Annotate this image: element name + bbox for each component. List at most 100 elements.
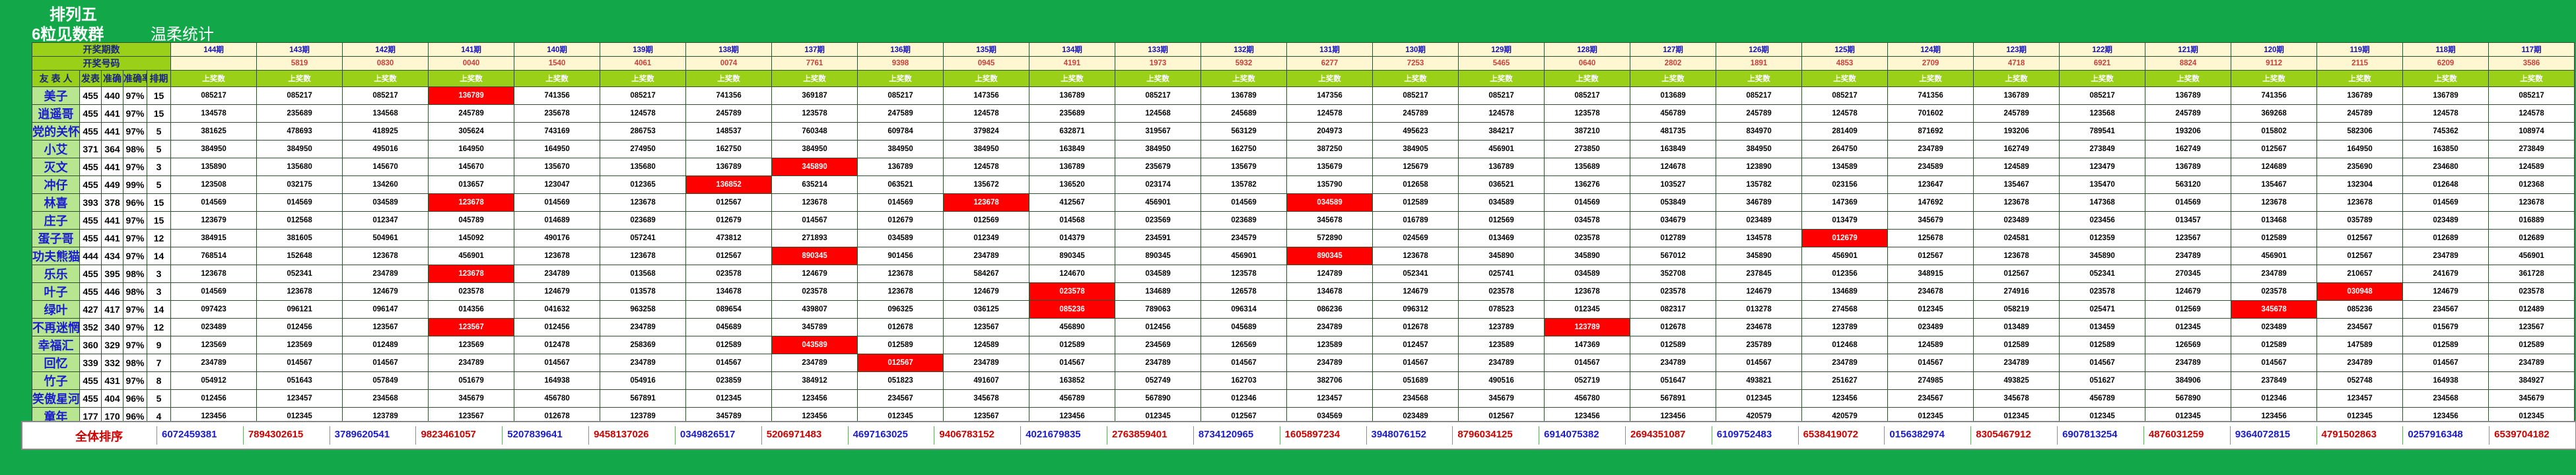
prediction-cell: 034589 (1458, 193, 1545, 212)
content-header: 上奖数 (1286, 70, 1374, 87)
member-stat: 329 (101, 336, 123, 354)
prediction-cell: 063521 (857, 175, 944, 194)
member-stat: 12 (146, 318, 172, 336)
prediction-cell: 124578 (2488, 104, 2575, 123)
member-stat: 15 (146, 211, 172, 230)
draw-number: 1973 (1115, 56, 1202, 71)
ranking-divider (1884, 426, 1885, 445)
member-stat: 431 (101, 371, 123, 390)
prediction-cell: 456901 (2488, 247, 2575, 265)
prediction-cell: 163852 (1029, 371, 1116, 390)
member-stat: 14 (146, 300, 172, 319)
prediction-cell: 012567 (685, 193, 773, 212)
prediction-cell: 134589 (1801, 158, 1889, 176)
number-label: 开奖号码 (31, 56, 172, 71)
member-name: 不再迷惘 (32, 318, 80, 336)
member-name: 小艾 (32, 140, 80, 158)
prediction-cell: 495623 (1372, 122, 1459, 141)
prediction-cell: 135790 (1286, 175, 1374, 194)
prediction-cell: 495016 (342, 140, 429, 158)
prediction-cell: 124578 (2402, 104, 2489, 123)
prediction-cell: 034589 (1286, 193, 1374, 212)
prediction-cell: 085217 (1458, 86, 1545, 105)
prediction-cell: 152648 (256, 247, 343, 265)
prediction-cell: 123047 (514, 175, 601, 194)
prediction-cell: 234789 (600, 354, 687, 372)
member-name: 灭文 (32, 158, 80, 176)
prediction-cell: 012589 (1029, 336, 1116, 354)
prediction-cell: 132304 (2316, 175, 2404, 194)
member-name: 林喜 (32, 193, 80, 212)
prediction-cell: 014567 (771, 211, 858, 230)
ranking-value: 3789620541 (334, 429, 390, 440)
prediction-cell: 136789 (428, 86, 515, 105)
content-header: 上奖数 (1029, 70, 1116, 87)
prediction-cell: 013578 (600, 282, 687, 301)
prediction-cell: 286753 (600, 122, 687, 141)
ranking-divider (2316, 426, 2317, 445)
prediction-cell: 023456 (2059, 211, 2146, 230)
prediction-cell: 251627 (1801, 371, 1889, 390)
prediction-cell: 012456 (170, 389, 258, 408)
prediction-cell: 014379 (1029, 229, 1116, 247)
content-header: 上奖数 (514, 70, 601, 87)
prediction-cell: 193206 (1973, 122, 2060, 141)
member-stat: 97% (123, 86, 147, 105)
prediction-cell: 135680 (600, 158, 687, 176)
prediction-cell: 125679 (1372, 158, 1459, 176)
prediction-cell: 126578 (1201, 282, 1288, 301)
prediction-cell: 023578 (1029, 282, 1116, 301)
prediction-cell: 136789 (685, 158, 773, 176)
prediction-cell: 012678 (857, 318, 944, 336)
draw-number: 4061 (600, 56, 687, 71)
prediction-cell: 012356 (1801, 265, 1889, 283)
prediction-cell: 012457 (1372, 336, 1459, 354)
period-header: 131期 (1286, 42, 1374, 57)
prediction-cell: 456901 (1458, 140, 1545, 158)
member-stat: 417 (101, 300, 123, 319)
prediction-cell: 012346 (2231, 389, 2318, 408)
prediction-cell: 234567 (857, 389, 944, 408)
prediction-cell: 789063 (1115, 300, 1202, 319)
ranking-value: 0156382974 (1889, 429, 1945, 440)
prediction-cell: 123678 (1973, 193, 2060, 212)
member-stat: 339 (79, 354, 102, 372)
prediction-cell: 012569 (943, 211, 1030, 230)
prediction-cell: 234789 (1630, 354, 1717, 372)
prediction-cell: 012589 (2059, 336, 2146, 354)
prediction-cell: 051689 (1372, 371, 1459, 390)
content-header: 上奖数 (857, 70, 944, 87)
member-stat: 404 (101, 389, 123, 408)
prediction-cell: 164950 (428, 140, 515, 158)
prediction-cell: 135672 (943, 175, 1030, 194)
rate-header: 准确率 (123, 70, 147, 87)
prediction-cell: 135680 (256, 158, 343, 176)
prediction-cell: 012567 (857, 354, 944, 372)
prediction-cell: 123567 (428, 318, 515, 336)
prediction-cell: 234568 (2402, 389, 2489, 408)
period-header: 129期 (1458, 42, 1545, 57)
prediction-cell: 036125 (943, 300, 1030, 319)
prediction-cell: 345679 (1887, 211, 1974, 230)
prediction-cell: 234789 (2145, 354, 2232, 372)
table-row: 不再迷惘 352 340 97% 12 023489 012456 123567 123567 0… (32, 318, 2575, 336)
prediction-cell: 164938 (514, 371, 601, 390)
prediction-cell: 567890 (2145, 389, 2232, 408)
content-header: 上奖数 (428, 70, 515, 87)
prediction-cell: 096325 (857, 300, 944, 319)
prediction-cell: 123678 (170, 265, 258, 283)
member-stat: 97% (123, 122, 147, 141)
ranking-divider (415, 426, 417, 445)
table-row: 林喜 393 378 96% 15 014569 014569 034589 123678 014… (32, 193, 2575, 212)
prediction-cell: 052749 (1115, 371, 1202, 390)
prediction-cell: 345890 (1544, 247, 1631, 265)
prediction-cell: 384950 (1115, 140, 1202, 158)
prediction-cell: 014569 (2145, 193, 2232, 212)
prediction-cell: 034589 (1115, 265, 1202, 283)
table-row: 逍遥哥 455 441 97% 15 134578 235689 134568 245789 23… (32, 104, 2575, 123)
period-header: 136期 (857, 42, 944, 57)
prediction-cell: 126569 (1201, 336, 1288, 354)
prediction-cell: 234589 (1887, 158, 1974, 176)
prediction-cell: 012589 (857, 336, 944, 354)
prediction-cell: 345679 (428, 389, 515, 408)
